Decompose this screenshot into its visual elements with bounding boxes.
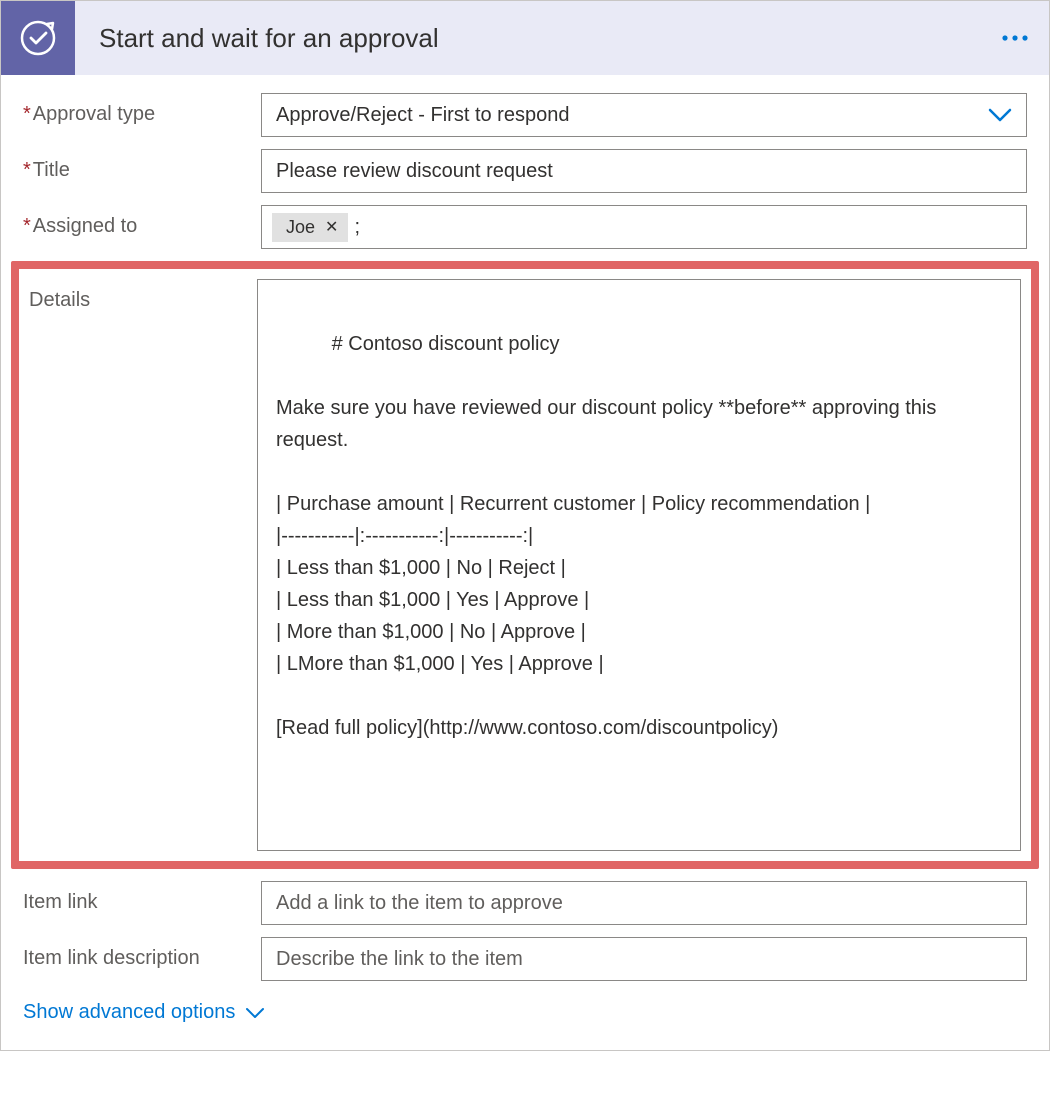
- required-marker: *: [23, 215, 31, 237]
- label-details: Details: [29, 279, 257, 312]
- title-value: Please review discount request: [276, 160, 553, 183]
- show-advanced-options-button[interactable]: Show advanced options: [23, 993, 265, 1038]
- required-marker: *: [23, 103, 31, 125]
- chevron-down-icon: [988, 108, 1012, 122]
- item-link-description-placeholder: Describe the link to the item: [276, 948, 523, 971]
- approval-type-value: Approve/Reject - First to respond: [276, 104, 569, 127]
- card-menu-button[interactable]: [995, 28, 1035, 48]
- label-item-link: Item link: [23, 881, 261, 914]
- chevron-down-icon: [245, 1007, 265, 1019]
- approvals-icon: [1, 1, 75, 75]
- item-link-input[interactable]: Add a link to the item to approve: [261, 881, 1027, 925]
- label-approval-type: *Approval type: [23, 93, 261, 126]
- details-textarea[interactable]: # Contoso discount policy Make sure you …: [257, 279, 1021, 851]
- row-item-link: Item link Add a link to the item to appr…: [23, 881, 1027, 925]
- approval-action-card: Start and wait for an approval *Approval…: [0, 0, 1050, 1051]
- row-assigned-to: *Assigned to Joe ✕ ;: [23, 205, 1027, 249]
- show-advanced-label: Show advanced options: [23, 1001, 235, 1024]
- assignee-trailing: ;: [354, 216, 360, 239]
- row-title: *Title Please review discount request: [23, 149, 1027, 193]
- label-title: *Title: [23, 149, 261, 182]
- row-item-link-description: Item link description Describe the link …: [23, 937, 1027, 981]
- remove-assignee-button[interactable]: ✕: [325, 217, 338, 237]
- item-link-description-input[interactable]: Describe the link to the item: [261, 937, 1027, 981]
- label-item-link-description: Item link description: [23, 937, 261, 970]
- title-input[interactable]: Please review discount request: [261, 149, 1027, 193]
- assignee-name: Joe: [286, 217, 315, 238]
- approval-type-select[interactable]: Approve/Reject - First to respond: [261, 93, 1027, 137]
- card-header: Start and wait for an approval: [1, 1, 1049, 75]
- details-value: # Contoso discount policy Make sure you …: [276, 333, 942, 739]
- row-details-highlighted: Details # Contoso discount policy Make s…: [11, 261, 1039, 869]
- assignee-pill: Joe ✕: [272, 213, 348, 242]
- label-assigned-to: *Assigned to: [23, 205, 261, 238]
- card-title: Start and wait for an approval: [75, 23, 995, 54]
- row-approval-type: *Approval type Approve/Reject - First to…: [23, 93, 1027, 137]
- required-marker: *: [23, 159, 31, 181]
- card-body: *Approval type Approve/Reject - First to…: [1, 75, 1049, 1050]
- assigned-to-input[interactable]: Joe ✕ ;: [261, 205, 1027, 249]
- item-link-placeholder: Add a link to the item to approve: [276, 892, 563, 915]
